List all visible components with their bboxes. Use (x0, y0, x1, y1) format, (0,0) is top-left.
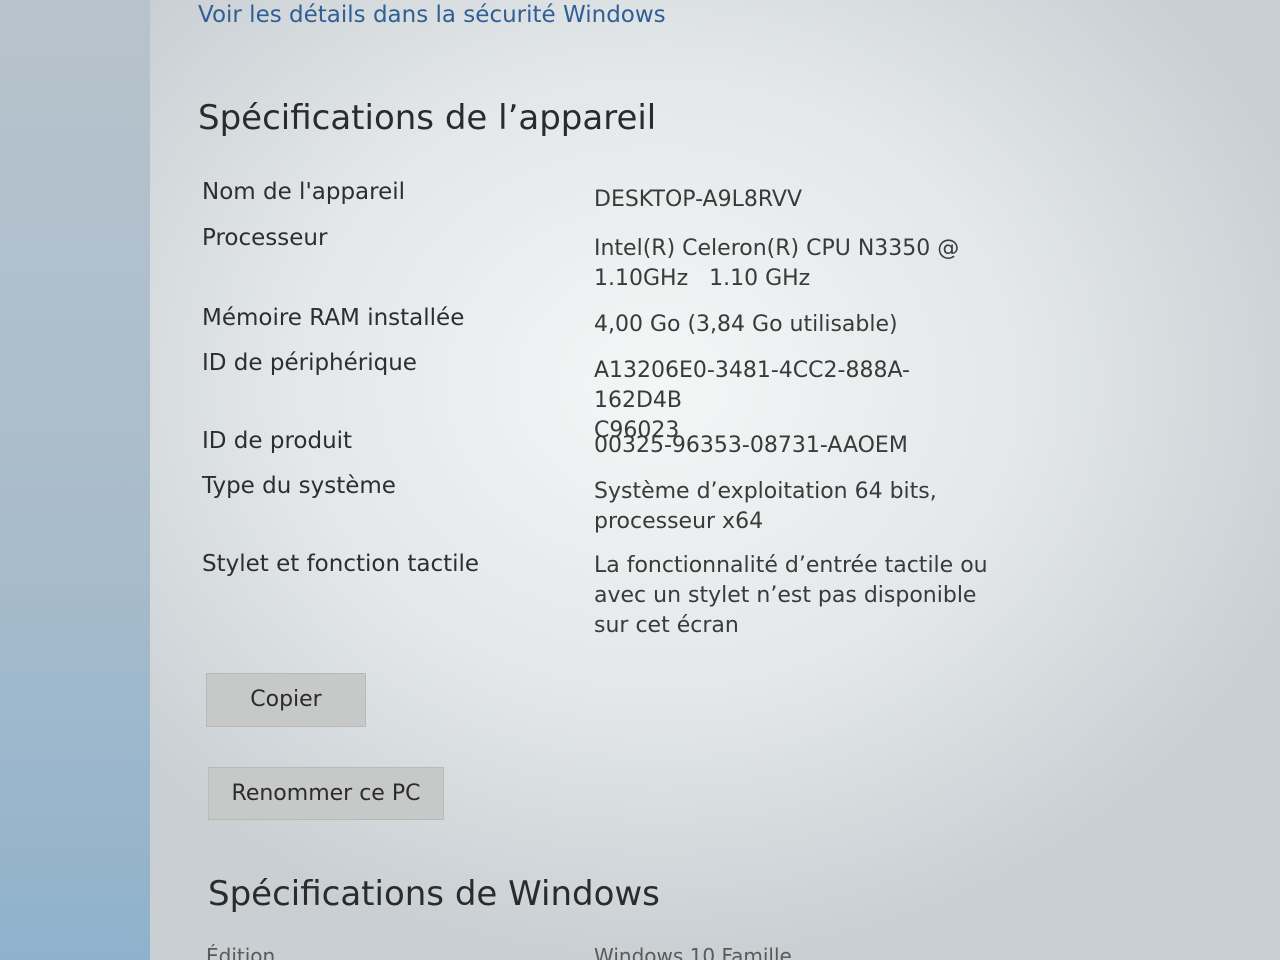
spec-value-pen-touch: La fonctionnalité d’entrée tactile ou av… (594, 553, 988, 638)
spec-label-system-type: Type du système (202, 473, 396, 499)
windows-edition-value: Windows 10 Famille (594, 944, 792, 960)
spec-label-ram: Mémoire RAM installée (202, 305, 465, 331)
spec-value-processor: Intel(R) Celeron(R) CPU N3350 @ 1.10GHz … (594, 236, 960, 291)
spec-value-device-name: DESKTOP-A9L8RVV (594, 187, 803, 212)
windows-specs-title: Spécifications de Windows (208, 874, 660, 914)
spec-value-product-id: 00325-96353-08731-AAOEM (594, 433, 908, 458)
spec-label-product-id: ID de produit (202, 428, 353, 454)
spec-label-pen-touch: Stylet et fonction tactile (202, 551, 480, 577)
rename-pc-button[interactable]: Renommer ce PC (208, 767, 444, 820)
windows-edition-label: Édition (206, 944, 276, 960)
copy-button[interactable]: Copier (206, 673, 366, 727)
device-specs-title: Spécifications de l’appareil (198, 98, 657, 138)
windows-security-link[interactable]: Voir les détails dans la sécurité Window… (198, 2, 666, 28)
spec-value-ram: 4,00 Go (3,84 Go utilisable) (594, 312, 898, 337)
spec-label-processor: Processeur (202, 225, 328, 251)
left-navigation-edge (0, 0, 168, 960)
spec-label-device-id: ID de périphérique (202, 350, 417, 376)
spec-value-system-type: Système d’exploitation 64 bits, processe… (594, 479, 937, 534)
spec-label-device-name: Nom de l'appareil (202, 179, 406, 205)
